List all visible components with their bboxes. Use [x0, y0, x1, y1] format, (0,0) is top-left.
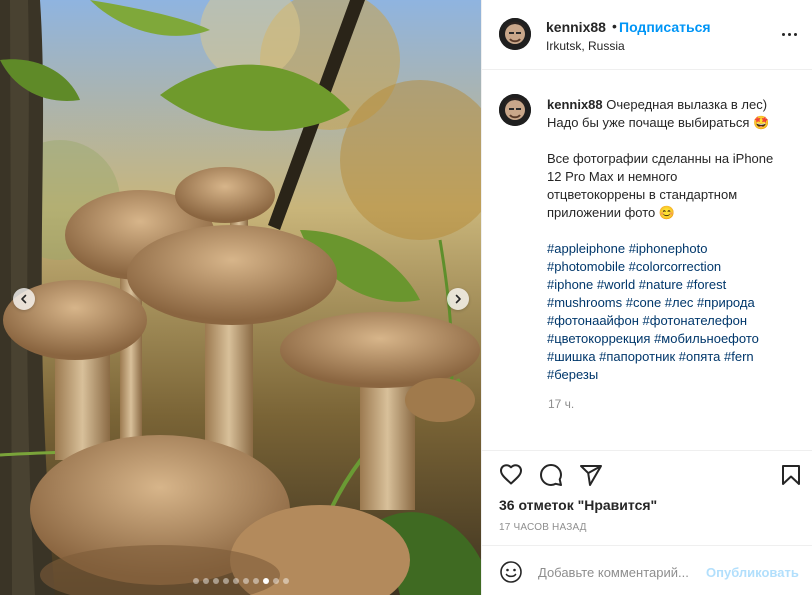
username-link[interactable]: kennix88 [546, 19, 606, 35]
carousel-next-button[interactable] [447, 288, 469, 310]
post-details-panel: kennix88 • Подписаться Irkutsk, Russia k… [481, 0, 812, 595]
hashtags-line[interactable]: #шишка #папоротник #опята #fern [547, 348, 792, 366]
separator-dot: • [612, 18, 617, 34]
likes-count[interactable]: 36 отметок "Нравится" [499, 497, 657, 513]
chevron-right-icon [455, 294, 461, 304]
caption-first-line: Очередная вылазка в лес) [606, 97, 768, 112]
bookmark-icon [782, 465, 800, 485]
comment-timestamp[interactable]: 17 ч. [548, 397, 574, 411]
carousel-dot [272, 578, 279, 584]
hashtags-line[interactable]: #iphone #world #nature #forest [547, 276, 792, 294]
carousel-dot [262, 578, 269, 584]
avatar[interactable] [499, 18, 531, 50]
post-photo[interactable] [0, 0, 481, 595]
comment-icon [540, 464, 562, 486]
carousel-dots [0, 578, 481, 584]
hashtags-line[interactable]: #фотонаайфон #фотонателефон [547, 312, 792, 330]
avatar-image [499, 18, 531, 50]
more-options-button[interactable] [782, 33, 797, 36]
location-link[interactable]: Irkutsk, Russia [546, 39, 625, 53]
more-icon [782, 33, 785, 36]
caption-line: отцветокоррены в стандартном [547, 187, 738, 202]
caption-line: Все фотографии сделанны на iPhone [547, 151, 774, 166]
carousel-dot [222, 578, 229, 584]
instagram-post-modal: kennix88 • Подписаться Irkutsk, Russia k… [0, 0, 812, 595]
caption-line: kennix88 Очередная вылазка в лес) [547, 96, 792, 114]
caption-username-link[interactable]: kennix88 [547, 97, 603, 112]
avatar[interactable] [499, 94, 531, 126]
comment-button[interactable] [538, 462, 564, 488]
publish-button[interactable]: Опубликовать [706, 565, 799, 580]
add-comment-bar: Добавьте комментарий... Опубликовать [482, 545, 812, 595]
comment-input[interactable]: Добавьте комментарий... [538, 565, 689, 580]
caption-text: kennix88 Очередная вылазка в лес) Надо бы… [547, 96, 792, 384]
post-timestamp[interactable]: 17 ЧАСОВ НАЗАД [499, 522, 587, 533]
carousel-prev-button[interactable] [13, 288, 35, 310]
post-header: kennix88 • Подписаться Irkutsk, Russia [482, 0, 812, 70]
hashtags-line[interactable]: #березы [547, 366, 792, 384]
carousel-dot [202, 578, 209, 584]
chevron-left-icon [21, 294, 27, 304]
hashtags-line[interactable]: #appleiphone #iphonephoto [547, 240, 792, 258]
mushroom-photo-image [0, 0, 481, 595]
hashtags-line[interactable]: #mushrooms #cone #лес #природа [547, 294, 792, 312]
carousel-dot [242, 578, 249, 584]
caption-line: Надо бы уже почаще выбираться 🤩 [547, 115, 770, 130]
share-icon [580, 465, 602, 486]
post-actions: 36 отметок "Нравится" 17 ЧАСОВ НАЗАД [482, 450, 812, 545]
save-button[interactable] [778, 462, 804, 488]
avatar-image [499, 94, 531, 126]
hashtags-line[interactable]: #photomobile #colorcorrection [547, 258, 792, 276]
carousel-dot [282, 578, 289, 584]
caption-comment: kennix88 Очередная вылазка в лес) Надо бы… [482, 70, 812, 450]
caption-line [547, 222, 792, 240]
caption-line: приложении фото 😊 [547, 205, 676, 220]
caption-line [547, 132, 792, 150]
like-button[interactable] [498, 462, 524, 488]
carousel-dot [252, 578, 259, 584]
follow-button[interactable]: Подписаться [619, 19, 711, 35]
hashtags-line[interactable]: #цветокоррекция #мобильноефото [547, 330, 792, 348]
emoji-icon[interactable] [499, 560, 523, 584]
carousel-dot [212, 578, 219, 584]
caption-line: 12 Pro Max и немного [547, 169, 678, 184]
heart-icon [500, 464, 522, 485]
carousel-dot [192, 578, 199, 584]
share-button[interactable] [578, 462, 604, 488]
carousel-dot [232, 578, 239, 584]
